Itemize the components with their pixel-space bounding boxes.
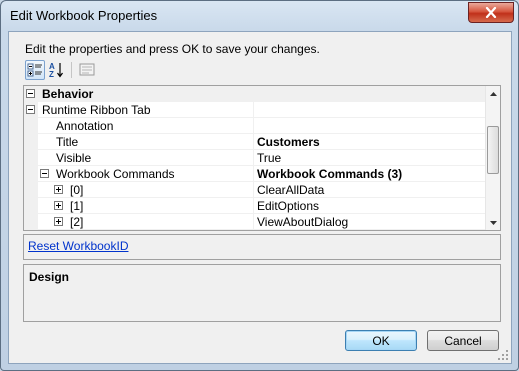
alphabetical-icon: A Z bbox=[49, 62, 63, 79]
grid-row-value[interactable]: ClearAllData bbox=[257, 183, 324, 197]
grid-row-annotation[interactable]: Annotation bbox=[24, 118, 485, 134]
grid-row-value[interactable]: Customers bbox=[257, 135, 320, 149]
grid-row-command-2[interactable]: [2] ViewAboutDialog bbox=[24, 214, 485, 230]
grid-row-value[interactable]: True bbox=[257, 151, 281, 165]
grid-row-name: [1] bbox=[70, 199, 84, 213]
grid-row-name: [2] bbox=[70, 215, 84, 229]
collapse-icon[interactable] bbox=[26, 105, 35, 114]
dialog-body: Edit the properties and press OK to save… bbox=[8, 31, 512, 364]
description-panel: Design bbox=[23, 264, 501, 322]
svg-text:Z: Z bbox=[49, 70, 54, 79]
grid-row-name: Title bbox=[56, 135, 79, 149]
categorized-button[interactable] bbox=[25, 60, 45, 80]
instruction-text: Edit the properties and press OK to save… bbox=[25, 42, 320, 56]
close-icon bbox=[485, 7, 497, 18]
cancel-button[interactable]: Cancel bbox=[427, 330, 499, 351]
expand-icon[interactable] bbox=[54, 217, 63, 226]
scroll-thumb[interactable] bbox=[487, 126, 499, 174]
grid-scrollbar[interactable] bbox=[485, 86, 500, 230]
collapse-icon[interactable] bbox=[40, 169, 49, 178]
categorized-icon bbox=[27, 63, 42, 77]
collapse-icon[interactable] bbox=[26, 89, 35, 98]
description-title: Design bbox=[29, 270, 70, 284]
property-pages-icon bbox=[79, 63, 95, 76]
title-bar[interactable]: Edit Workbook Properties bbox=[1, 1, 518, 31]
grid-row-name: Behavior bbox=[42, 87, 94, 101]
grid-row-visible[interactable]: Visible True bbox=[24, 150, 485, 166]
expand-icon[interactable] bbox=[54, 201, 63, 210]
grid-row-workbook-commands[interactable]: Workbook Commands Workbook Commands (3) bbox=[24, 166, 485, 182]
grid-row-command-1[interactable]: [1] EditOptions bbox=[24, 198, 485, 214]
grid-row-name: Annotation bbox=[56, 119, 114, 133]
dialog-window: Edit Workbook Properties Edit the proper… bbox=[0, 0, 519, 371]
scroll-down-button[interactable] bbox=[486, 215, 500, 230]
grid-row-value[interactable]: ViewAboutDialog bbox=[257, 215, 348, 229]
toolbar-separator bbox=[71, 62, 72, 78]
grid-row-name: Workbook Commands bbox=[56, 167, 175, 181]
expand-icon[interactable] bbox=[54, 185, 63, 194]
grid-row-value[interactable]: EditOptions bbox=[257, 199, 319, 213]
grid-row-name: Runtime Ribbon Tab bbox=[42, 103, 151, 117]
close-button[interactable] bbox=[468, 2, 514, 23]
commands-panel: Reset WorkbookID bbox=[23, 234, 501, 260]
ok-button[interactable]: OK bbox=[345, 330, 417, 351]
property-pages-button[interactable] bbox=[77, 60, 97, 80]
arrow-up-icon bbox=[490, 91, 497, 96]
grid-row-command-0[interactable]: [0] ClearAllData bbox=[24, 182, 485, 198]
grid-row-behavior[interactable]: Behavior bbox=[24, 86, 485, 102]
grid-row-name: Visible bbox=[56, 151, 92, 165]
window-title: Edit Workbook Properties bbox=[10, 8, 158, 23]
arrow-down-icon bbox=[490, 220, 497, 225]
scroll-up-button[interactable] bbox=[486, 86, 500, 101]
grid-row-runtime-ribbon-tab[interactable]: Runtime Ribbon Tab bbox=[24, 102, 485, 118]
property-grid[interactable]: Behavior Runtime Ribbon Tab Annotation T… bbox=[23, 85, 501, 231]
property-grid-toolbar: A Z bbox=[25, 60, 105, 82]
reset-workbookid-link[interactable]: Reset WorkbookID bbox=[28, 239, 128, 253]
alphabetical-button[interactable]: A Z bbox=[47, 60, 67, 80]
grid-row-name: [0] bbox=[70, 183, 84, 197]
grid-row-value[interactable]: Workbook Commands (3) bbox=[257, 167, 402, 181]
grid-row-title[interactable]: Title Customers bbox=[24, 134, 485, 150]
resize-grip-icon[interactable] bbox=[498, 350, 508, 360]
